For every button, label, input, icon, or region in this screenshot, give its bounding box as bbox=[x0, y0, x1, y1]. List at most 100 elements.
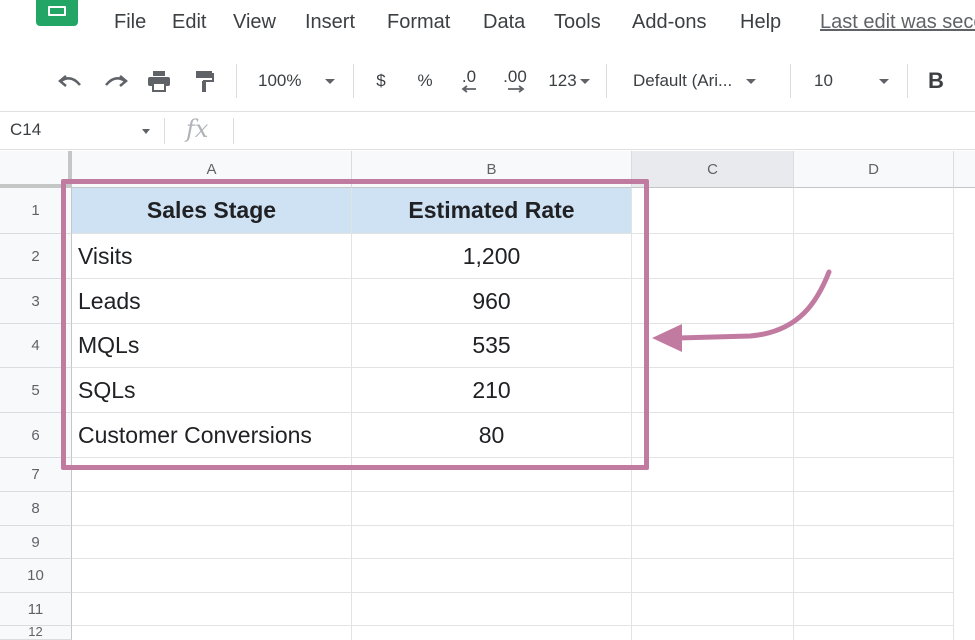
percent-format-button[interactable]: % bbox=[414, 68, 436, 94]
cell-a11[interactable] bbox=[72, 593, 352, 626]
cell-b11[interactable] bbox=[352, 593, 632, 626]
decrease-decimal-button[interactable]: .0 bbox=[452, 68, 486, 94]
zoom-value: 100% bbox=[258, 71, 302, 90]
cell-a1[interactable]: Sales Stage bbox=[72, 188, 352, 234]
zoom-select[interactable]: 100% bbox=[258, 68, 342, 94]
row-header-11[interactable]: 11 bbox=[0, 593, 72, 626]
cell-b6[interactable]: 80 bbox=[352, 413, 632, 458]
row-header-3[interactable]: 3 bbox=[0, 279, 72, 324]
cell-d8[interactable] bbox=[794, 492, 954, 526]
currency-format-button[interactable]: $ bbox=[370, 68, 392, 94]
cell-b2[interactable]: 1,200 bbox=[352, 234, 632, 279]
cell-a7[interactable] bbox=[72, 458, 352, 492]
print-button[interactable] bbox=[144, 68, 174, 94]
formula-input[interactable] bbox=[244, 121, 964, 141]
cell-c8[interactable] bbox=[632, 492, 794, 526]
cell-d1[interactable] bbox=[794, 188, 954, 234]
redo-button[interactable] bbox=[100, 68, 132, 94]
cell-d4[interactable] bbox=[794, 324, 954, 368]
cell-a12[interactable] bbox=[72, 626, 352, 640]
cell-b5[interactable]: 210 bbox=[352, 368, 632, 413]
cell-c11[interactable] bbox=[632, 593, 794, 626]
cell-a4[interactable]: MQLs bbox=[72, 324, 352, 368]
increase-decimal-button[interactable]: .00 bbox=[496, 68, 534, 94]
menu-help[interactable]: Help bbox=[740, 11, 781, 34]
cell-c9[interactable] bbox=[632, 526, 794, 559]
menu-tools[interactable]: Tools bbox=[554, 11, 601, 34]
undo-button[interactable] bbox=[54, 68, 86, 94]
row-header-1[interactable]: 1 bbox=[0, 188, 72, 234]
cell-a5[interactable]: SQLs bbox=[72, 368, 352, 413]
cell-c6[interactable] bbox=[632, 413, 794, 458]
cell-d11[interactable] bbox=[794, 593, 954, 626]
cell-c2[interactable] bbox=[632, 234, 794, 279]
bold-button[interactable]: B bbox=[922, 68, 950, 94]
cell-c10[interactable] bbox=[632, 559, 794, 593]
cell-a3[interactable]: Leads bbox=[72, 279, 352, 324]
last-edit-link[interactable]: Last edit was seconds ago bbox=[820, 11, 975, 34]
arrow-left-icon bbox=[461, 85, 476, 93]
cell-d6[interactable] bbox=[794, 413, 954, 458]
row-header-5[interactable]: 5 bbox=[0, 368, 72, 413]
toolbar: 100% $ % .0 .00 123 Default (Ari... 10 B bbox=[0, 50, 975, 112]
cell-d7[interactable] bbox=[794, 458, 954, 492]
column-header-a[interactable]: A bbox=[72, 151, 352, 188]
cell-b12[interactable] bbox=[352, 626, 632, 640]
sheets-logo-icon[interactable] bbox=[36, 0, 78, 26]
cell-c4[interactable] bbox=[632, 324, 794, 368]
chevron-down-icon[interactable] bbox=[142, 129, 150, 134]
cell-d2[interactable] bbox=[794, 234, 954, 279]
cell-d12[interactable] bbox=[794, 626, 954, 640]
menu-edit[interactable]: Edit bbox=[172, 11, 206, 34]
more-formats-button[interactable]: 123 bbox=[543, 68, 595, 94]
row-header-7[interactable]: 7 bbox=[0, 458, 72, 492]
paint-format-button[interactable] bbox=[190, 68, 220, 94]
cell-c3[interactable] bbox=[632, 279, 794, 324]
cell-c7[interactable] bbox=[632, 458, 794, 492]
menu-data[interactable]: Data bbox=[483, 11, 525, 34]
cell-b8[interactable] bbox=[352, 492, 632, 526]
font-size-select[interactable]: 10 bbox=[814, 68, 896, 94]
row-header-9[interactable]: 9 bbox=[0, 526, 72, 559]
cell-c12[interactable] bbox=[632, 626, 794, 640]
chevron-down-icon bbox=[746, 78, 757, 84]
column-header-d[interactable]: D bbox=[794, 151, 954, 188]
cell-b7[interactable] bbox=[352, 458, 632, 492]
row-header-4[interactable]: 4 bbox=[0, 324, 72, 368]
cell-a6[interactable]: Customer Conversions bbox=[72, 413, 352, 458]
row-header-12[interactable]: 12 bbox=[0, 626, 72, 640]
row-header-8[interactable]: 8 bbox=[0, 492, 72, 526]
cell-a10[interactable] bbox=[72, 559, 352, 593]
row-header-2[interactable]: 2 bbox=[0, 234, 72, 279]
cell-a2[interactable]: Visits bbox=[72, 234, 352, 279]
menu-add-ons[interactable]: Add-ons bbox=[632, 11, 707, 34]
chevron-down-icon bbox=[579, 78, 590, 84]
cell-b10[interactable] bbox=[352, 559, 632, 593]
column-header-c[interactable]: C bbox=[632, 151, 794, 188]
select-all-corner[interactable] bbox=[0, 151, 72, 188]
column-header-b[interactable]: B bbox=[352, 151, 632, 188]
cell-b9[interactable] bbox=[352, 526, 632, 559]
chevron-down-icon bbox=[325, 78, 336, 84]
menu-insert[interactable]: Insert bbox=[305, 11, 355, 34]
menu-view[interactable]: View bbox=[233, 11, 276, 34]
arrow-right-icon bbox=[508, 85, 525, 93]
column-header-e[interactable] bbox=[954, 151, 975, 188]
font-family-select[interactable]: Default (Ari... bbox=[633, 68, 778, 94]
menu-format[interactable]: Format bbox=[387, 11, 450, 34]
cell-b1[interactable]: Estimated Rate bbox=[352, 188, 632, 234]
cell-b3[interactable]: 960 bbox=[352, 279, 632, 324]
cell-a8[interactable] bbox=[72, 492, 352, 526]
cell-d5[interactable] bbox=[794, 368, 954, 413]
name-box[interactable]: C14 bbox=[10, 120, 41, 140]
cell-c5[interactable] bbox=[632, 368, 794, 413]
cell-b4[interactable]: 535 bbox=[352, 324, 632, 368]
cell-d10[interactable] bbox=[794, 559, 954, 593]
cell-d3[interactable] bbox=[794, 279, 954, 324]
row-header-6[interactable]: 6 bbox=[0, 413, 72, 458]
menu-file[interactable]: File bbox=[114, 11, 146, 34]
row-header-10[interactable]: 10 bbox=[0, 559, 72, 593]
cell-a9[interactable] bbox=[72, 526, 352, 559]
cell-d9[interactable] bbox=[794, 526, 954, 559]
cell-c1[interactable] bbox=[632, 188, 794, 234]
